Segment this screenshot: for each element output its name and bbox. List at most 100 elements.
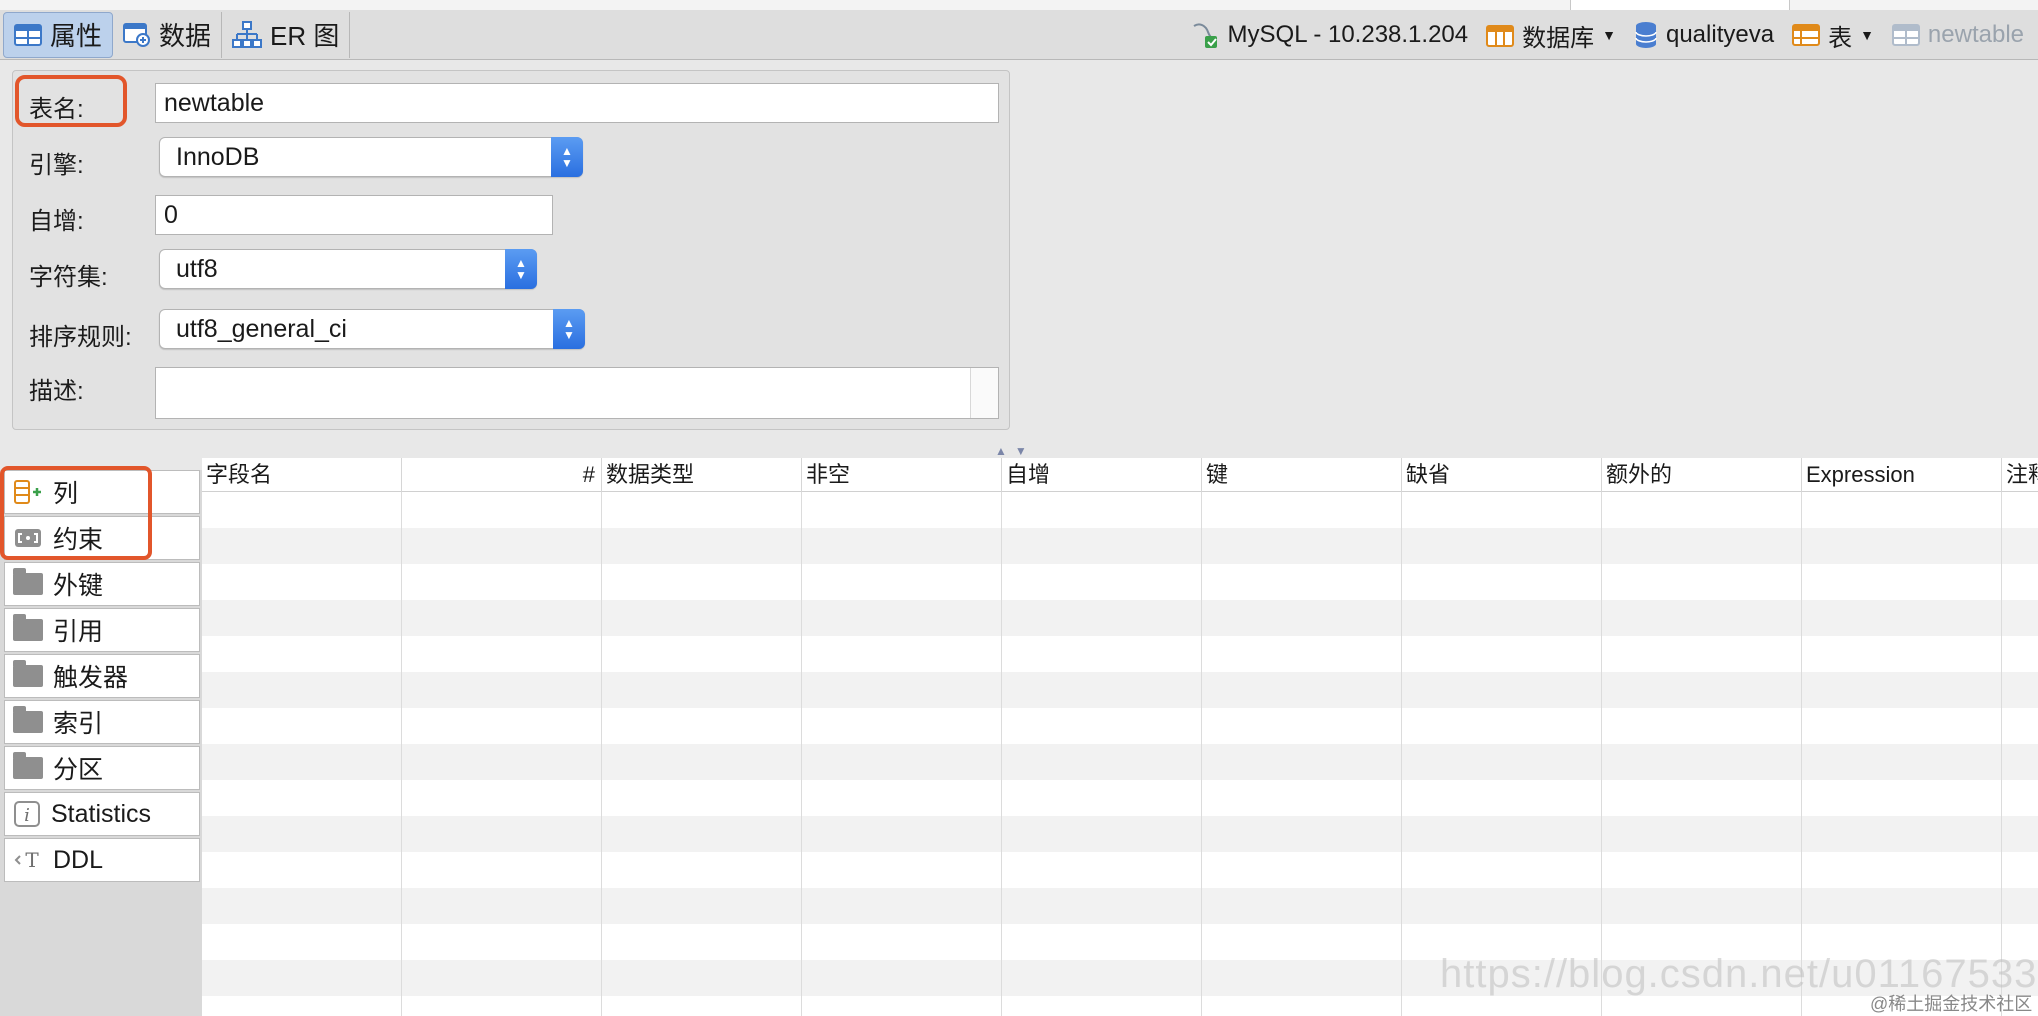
- current-table-breadcrumb: newtable: [1891, 21, 2024, 49]
- engine-value: InnoDB: [176, 142, 260, 171]
- grid-stripe: [202, 888, 2038, 924]
- database-cylinder-icon: [1635, 22, 1657, 48]
- tab-properties-label: 属性: [50, 21, 103, 51]
- table-name-value: newtable: [164, 88, 265, 117]
- column-header-key[interactable]: 键: [1202, 458, 1402, 492]
- table-name-label: 表名:: [29, 96, 84, 123]
- engine-select[interactable]: InnoDB ▲ ▼: [159, 137, 583, 177]
- schema-breadcrumb[interactable]: qualityeva: [1634, 21, 1774, 49]
- column-header-expression[interactable]: Expression: [1802, 458, 2002, 492]
- table-properties-icon: [14, 23, 42, 46]
- grid-stripe: [202, 816, 2038, 852]
- charset-stepper-icon[interactable]: ▲ ▼: [505, 249, 537, 289]
- column-header-not-null[interactable]: 非空: [802, 458, 1002, 492]
- nav-item-label: 触发器: [53, 664, 129, 692]
- info-icon: i: [14, 801, 40, 827]
- charset-select[interactable]: utf8 ▲ ▼: [159, 249, 537, 289]
- tab-er-diagram-label: ER 图: [270, 21, 340, 51]
- database-dropdown-icon: ▼: [1602, 27, 1616, 43]
- grid-column-divider: [1201, 492, 1202, 1016]
- table-dropdown-icon: ▼: [1860, 27, 1874, 43]
- grid-header: 字段名 # 数据类型 非空 自增 键 缺省 额外的 Expression 注释: [202, 458, 2038, 492]
- folder-icon: [13, 660, 43, 687]
- grid-column-divider: [1001, 492, 1002, 1016]
- nav-item-label: 外键: [53, 572, 104, 600]
- grid-column-divider: [2001, 492, 2002, 1016]
- column-header-comment[interactable]: 注释: [2002, 458, 2038, 492]
- tab-properties[interactable]: 属性: [3, 11, 114, 58]
- highlight-box-nav: [0, 466, 152, 560]
- nav-item-indexes[interactable]: 索引: [4, 700, 200, 744]
- table-section-nav: 列 约束 外键 引用 触发器 索引 分区 i Statistics T DDL: [0, 466, 202, 1016]
- folder-icon: [13, 752, 43, 779]
- nav-item-references[interactable]: 引用: [4, 608, 200, 652]
- collation-label: 排序规则:: [29, 324, 132, 351]
- grid-stripe: [202, 744, 2038, 780]
- database-grid-icon: [1486, 25, 1515, 47]
- ddl-icon: T: [14, 848, 39, 872]
- grid-column-divider: [1801, 492, 1802, 1016]
- column-header-extra[interactable]: 额外的: [1602, 458, 1802, 492]
- collation-select[interactable]: utf8_general_ci ▲ ▼: [159, 309, 585, 349]
- current-table-label: newtable: [1927, 21, 2024, 48]
- column-header-data-type[interactable]: 数据类型: [602, 458, 802, 492]
- svg-text:T: T: [25, 848, 39, 872]
- folder-icon: [13, 706, 43, 733]
- autoinc-label: 自增:: [29, 208, 84, 235]
- table-data-icon: [123, 22, 151, 47]
- engine-label: 引擎:: [29, 152, 84, 179]
- er-diagram-icon: [232, 20, 263, 48]
- table-name-input[interactable]: newtable: [155, 83, 999, 123]
- editor-toolbar: 属性 数据 ER 图 MySQL - 10.238.1.204 数据库 ▼ qu…: [0, 10, 2038, 60]
- window-top-strip: [0, 0, 2038, 10]
- connection-breadcrumb[interactable]: MySQL - 10.238.1.204: [1190, 20, 1469, 50]
- database-breadcrumb[interactable]: 数据库 ▼: [1486, 18, 1616, 53]
- autoinc-value: 0: [164, 200, 178, 229]
- window-tab-tail: [1570, 0, 1790, 10]
- folder-icon: [13, 614, 43, 641]
- svg-text:i: i: [24, 805, 30, 826]
- nav-item-triggers[interactable]: 触发器: [4, 654, 200, 698]
- table-label: 表: [1828, 24, 1853, 52]
- tab-data[interactable]: 数据: [113, 11, 223, 58]
- database-label: 数据库: [1522, 24, 1595, 52]
- schema-label: qualityeva: [1665, 21, 1775, 48]
- grid-column-divider: [1601, 492, 1602, 1016]
- mysql-connection-icon: [1192, 23, 1217, 48]
- grid-column-divider: [1401, 492, 1402, 1016]
- column-header-position[interactable]: #: [402, 458, 602, 492]
- description-input[interactable]: [155, 367, 999, 419]
- nav-item-label: 引用: [53, 618, 104, 646]
- nav-item-label: DDL: [53, 845, 104, 874]
- nav-item-partitions[interactable]: 分区: [4, 746, 200, 790]
- grid-column-divider: [801, 492, 802, 1016]
- folder-icon: [13, 568, 43, 595]
- table-breadcrumb[interactable]: 表 ▼: [1792, 18, 1874, 53]
- column-header-auto-increment[interactable]: 自增: [1002, 458, 1202, 492]
- nav-item-foreign-keys[interactable]: 外键: [4, 562, 200, 606]
- nav-item-statistics[interactable]: i Statistics: [4, 792, 200, 836]
- autoinc-input[interactable]: 0: [155, 195, 553, 235]
- collation-stepper-icon[interactable]: ▲ ▼: [553, 309, 585, 349]
- nav-item-ddl[interactable]: T DDL: [4, 838, 200, 882]
- column-header-field-name[interactable]: 字段名: [202, 458, 402, 492]
- connection-label: MySQL - 10.238.1.204: [1227, 21, 1469, 48]
- grid-column-divider: [601, 492, 602, 1016]
- columns-grid[interactable]: 字段名 # 数据类型 非空 自增 键 缺省 额外的 Expression 注释: [202, 458, 2038, 1016]
- nav-item-label: 分区: [53, 756, 104, 784]
- description-label: 描述:: [29, 378, 84, 405]
- charset-value: utf8: [176, 254, 218, 283]
- description-scrollbar[interactable]: [970, 368, 998, 418]
- engine-stepper-icon[interactable]: ▲ ▼: [551, 137, 583, 177]
- charset-label: 字符集:: [29, 264, 108, 291]
- column-header-default[interactable]: 缺省: [1402, 458, 1602, 492]
- tab-er-diagram[interactable]: ER 图: [222, 11, 351, 58]
- tab-data-label: 数据: [159, 21, 212, 51]
- grid-stripe: [202, 600, 2038, 636]
- toolbar-breadcrumb: MySQL - 10.238.1.204 数据库 ▼ qualityeva 表 …: [1190, 10, 2024, 60]
- table-icon: [1891, 24, 1920, 46]
- table-list-icon: [1792, 24, 1821, 46]
- panel-splitter-icon[interactable]: ▲▼: [995, 444, 1035, 458]
- collation-value: utf8_general_ci: [176, 314, 347, 343]
- table-properties-panel: 表名: newtable 引擎: InnoDB ▲ ▼ 自增: 0 字符集: ut…: [12, 70, 1010, 430]
